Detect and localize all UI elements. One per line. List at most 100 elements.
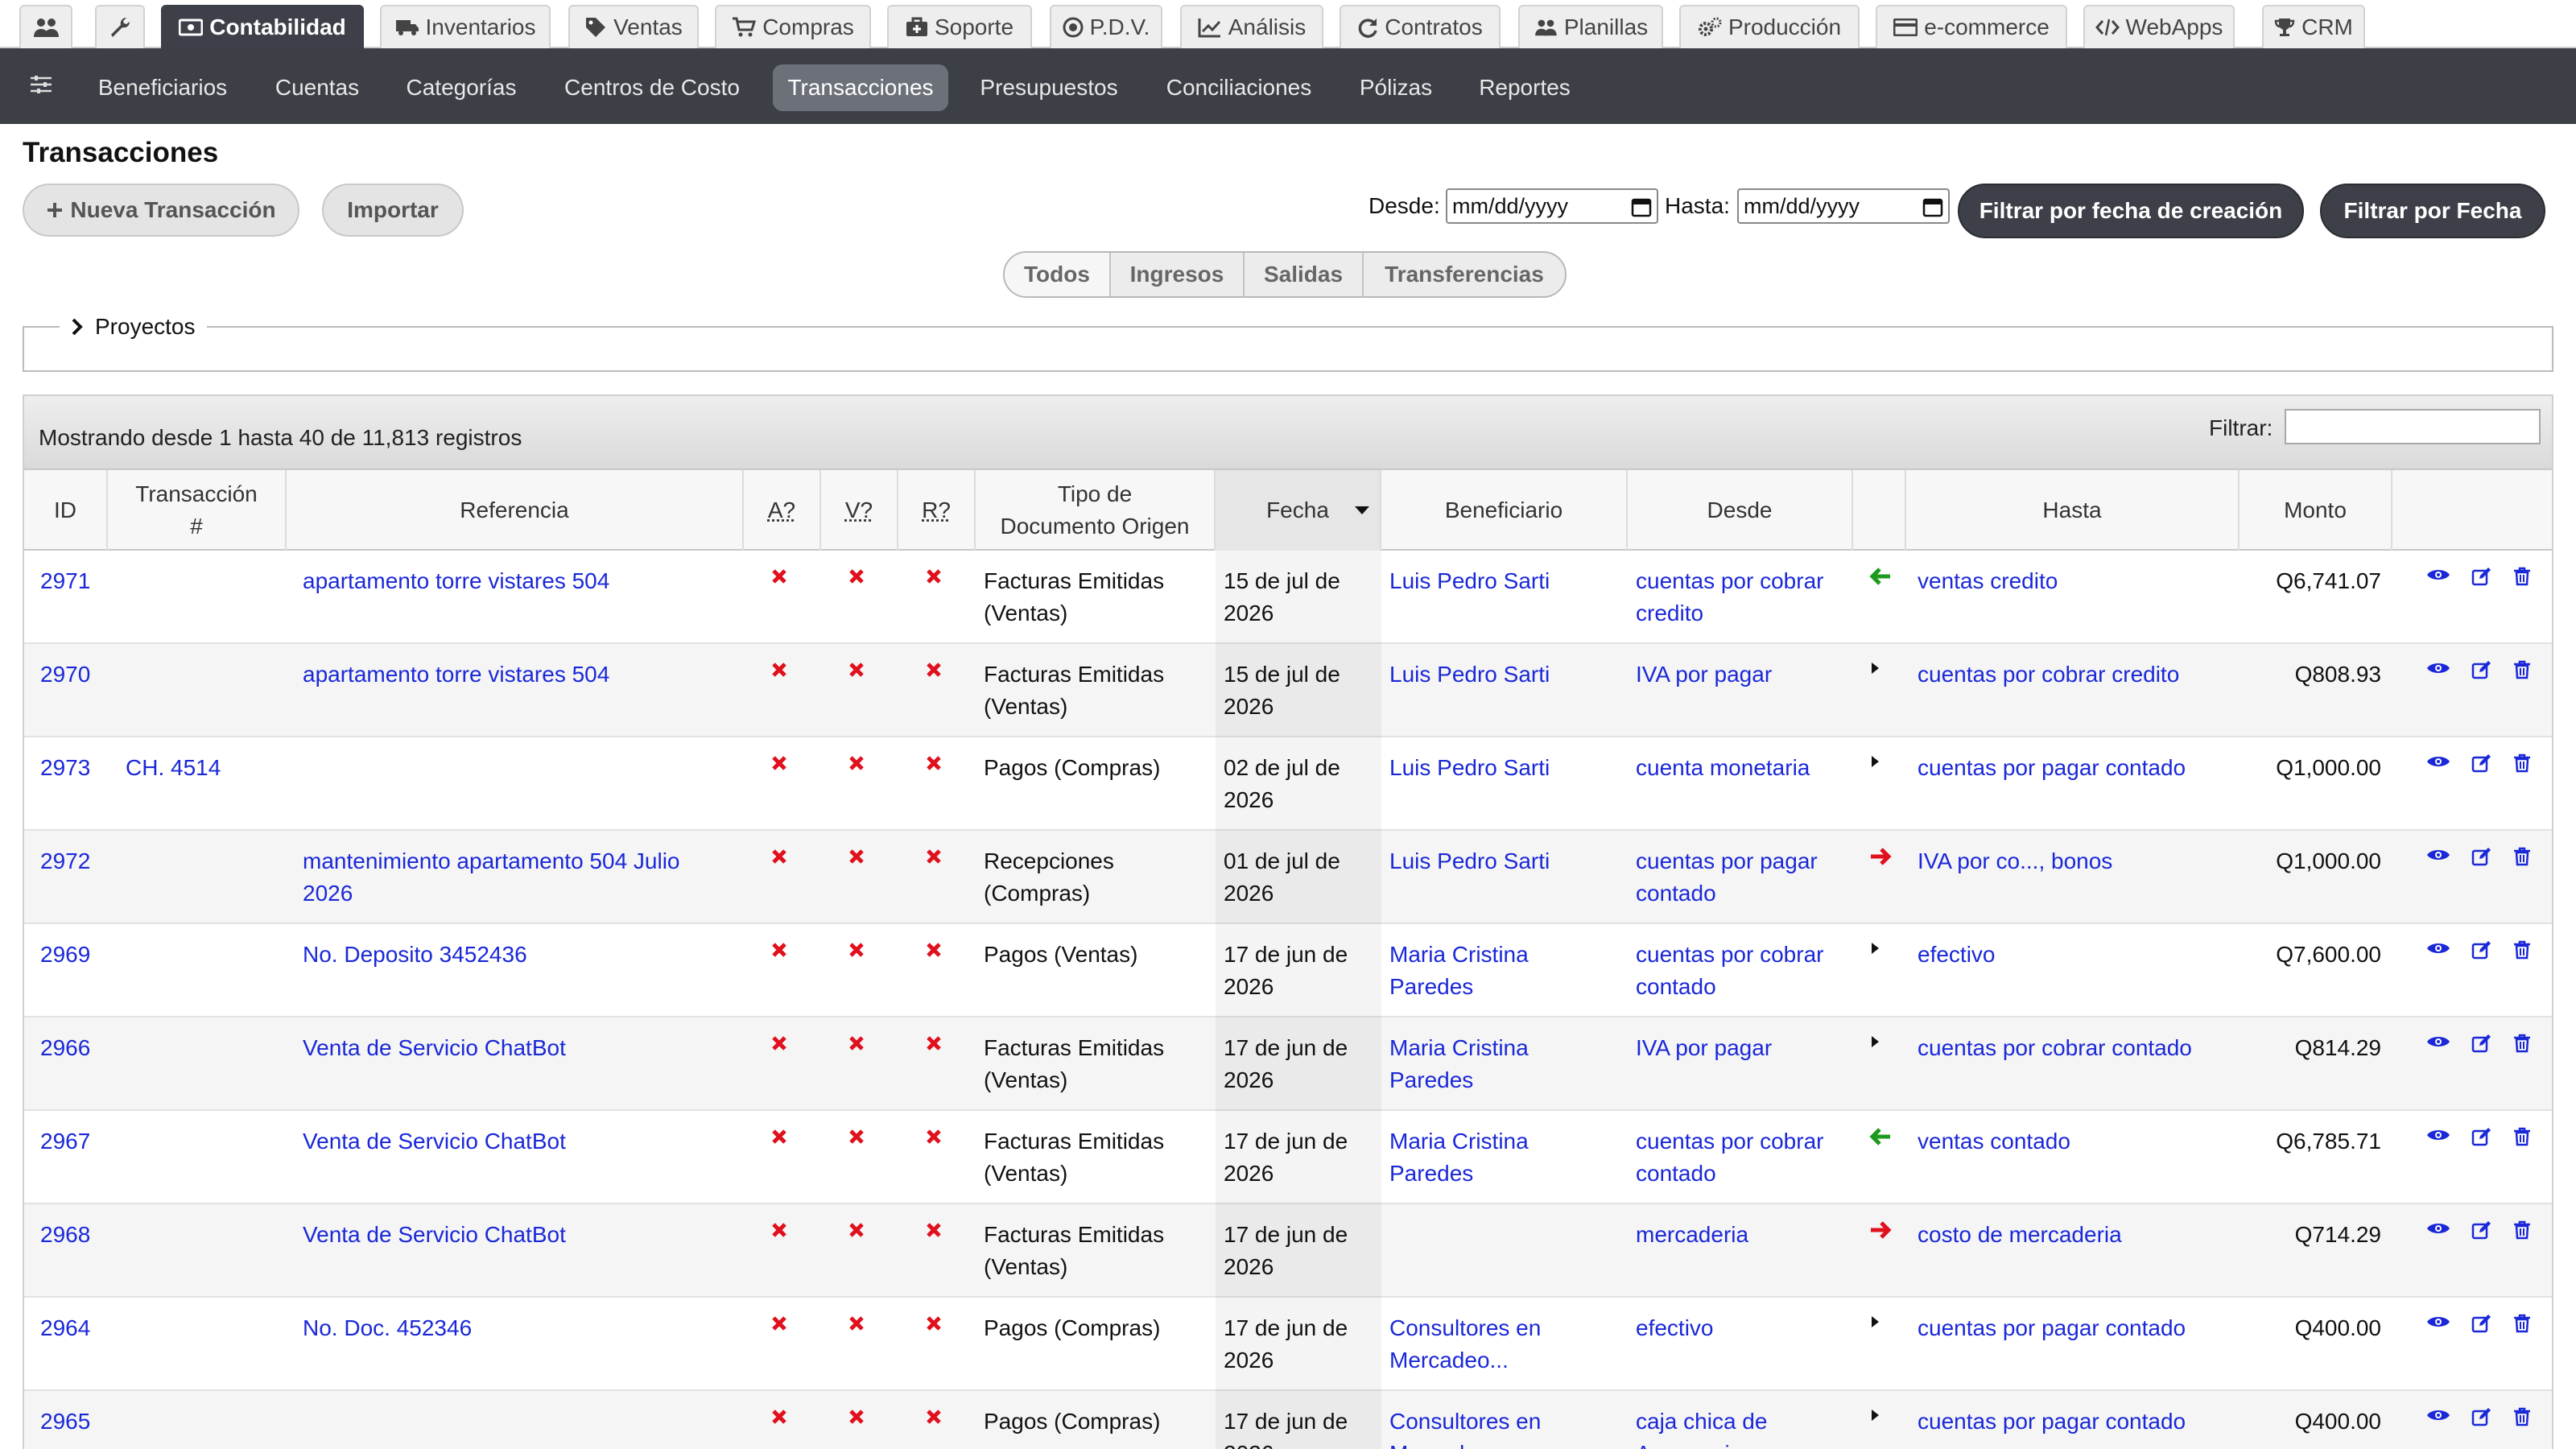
row-from-account-link[interactable]: efectivo (1636, 1312, 1714, 1344)
trash-icon[interactable] (2513, 940, 2531, 964)
eye-icon[interactable] (2426, 1407, 2450, 1427)
col-id[interactable]: ID (24, 470, 108, 551)
row-from-account-link[interactable]: cuentas por cobrar credito (1636, 565, 1823, 630)
eye-icon[interactable] (2426, 567, 2450, 587)
row-id-link[interactable]: 2972 (40, 845, 90, 877)
row-from-account-link[interactable]: IVA por pagar (1636, 658, 1772, 691)
edit-icon[interactable] (2471, 567, 2492, 590)
trash-icon[interactable] (2513, 660, 2531, 683)
segment-todos[interactable]: Todos (1005, 253, 1111, 296)
trash-icon[interactable] (2513, 1127, 2531, 1150)
col-v[interactable]: V? (821, 470, 898, 551)
row-id-link[interactable]: 2965 (40, 1406, 90, 1438)
row-beneficiary-link[interactable]: Luis Pedro Sarti (1389, 658, 1550, 691)
col-beneficiario[interactable]: Beneficiario (1381, 470, 1628, 551)
col-r[interactable]: R? (898, 470, 976, 551)
col-referencia[interactable]: Referencia (287, 470, 744, 551)
col-tipo-documento[interactable]: Tipo de Documento Origen (976, 470, 1216, 551)
new-transaction-button[interactable]: Nueva Transacción (23, 184, 299, 237)
row-reference-link[interactable]: mantenimiento apartamento 504 Julio 2026 (303, 845, 737, 910)
col-fecha[interactable]: Fecha (1216, 470, 1381, 551)
col-a[interactable]: A? (744, 470, 821, 551)
segment-transferencias[interactable]: Transferencias (1364, 253, 1565, 296)
row-id-link[interactable]: 2964 (40, 1312, 90, 1344)
eye-icon[interactable] (2426, 1220, 2450, 1241)
trash-icon[interactable] (2513, 847, 2531, 870)
row-reference-link[interactable] (303, 752, 737, 784)
row-transaction-number[interactable]: CH. 4514 (126, 752, 221, 784)
row-beneficiary-link[interactable]: Consultores en Mercadeo... (1389, 1406, 1541, 1449)
subnav-beneficiarios[interactable]: Beneficiarios (85, 64, 240, 111)
edit-icon[interactable] (2471, 1314, 2492, 1337)
trash-icon[interactable] (2513, 753, 2531, 777)
tab-ecommerce[interactable]: e-commerce (1876, 5, 2067, 48)
edit-icon[interactable] (2471, 1407, 2492, 1430)
row-reference-link[interactable]: apartamento torre vistares 504 (303, 565, 737, 597)
row-beneficiary-link[interactable]: Maria Cristina Paredes (1389, 1032, 1529, 1096)
tab-pdv[interactable]: P.D.V. (1050, 5, 1162, 48)
row-beneficiary-link[interactable]: Maria Cristina Paredes (1389, 939, 1529, 1003)
calendar-icon[interactable] (1922, 196, 1943, 217)
edit-icon[interactable] (2471, 660, 2492, 683)
edit-icon[interactable] (2471, 847, 2492, 870)
row-beneficiary-link[interactable]: Maria Cristina Paredes (1389, 1125, 1529, 1190)
row-from-account-link[interactable]: cuenta monetaria (1636, 752, 1810, 784)
row-reference-link[interactable]: Venta de Servicio ChatBot (303, 1032, 737, 1064)
eye-icon[interactable] (2426, 1314, 2450, 1334)
subnav-presupuestos[interactable]: Presupuestos (966, 64, 1132, 111)
tab-compras[interactable]: Compras (715, 5, 871, 48)
eye-icon[interactable] (2426, 753, 2450, 774)
tab-produccion[interactable]: Producción (1679, 5, 1860, 48)
edit-icon[interactable] (2471, 753, 2492, 777)
col-hasta[interactable]: Hasta (1906, 470, 2240, 551)
tab-crm[interactable]: CRM (2262, 5, 2365, 48)
row-from-account-link[interactable]: cuentas por pagar contado (1636, 845, 1818, 910)
trash-icon[interactable] (2513, 567, 2531, 590)
subnav-cuentas[interactable]: Cuentas (259, 64, 375, 111)
row-from-account-link[interactable]: IVA por pagar (1636, 1032, 1772, 1064)
row-to-account-link[interactable]: cuentas por pagar contado (1918, 752, 2186, 784)
subnav-polizas[interactable]: Pólizas (1346, 64, 1446, 111)
subnav-transacciones[interactable]: Transacciones (773, 64, 948, 111)
row-id-link[interactable]: 2969 (40, 939, 90, 971)
col-transaccion[interactable]: Transacción # (108, 470, 287, 551)
trash-icon[interactable] (2513, 1407, 2531, 1430)
tab-tools[interactable] (95, 5, 145, 48)
tab-soporte[interactable]: Soporte (887, 5, 1032, 48)
row-to-account-link[interactable]: ventas credito (1918, 565, 2058, 597)
row-to-account-link[interactable]: cuentas por cobrar credito (1918, 658, 2179, 691)
trash-icon[interactable] (2513, 1220, 2531, 1244)
tab-planillas[interactable]: Planillas (1518, 5, 1663, 48)
calendar-icon[interactable] (1631, 196, 1652, 217)
col-monto[interactable]: Monto (2240, 470, 2392, 551)
row-from-account-link[interactable]: cuentas por cobrar contado (1636, 1125, 1823, 1190)
tab-ventas[interactable]: Ventas (568, 5, 699, 48)
trash-icon[interactable] (2513, 1314, 2531, 1337)
row-reference-link[interactable]: Venta de Servicio ChatBot (303, 1219, 737, 1251)
tab-inventarios[interactable]: Inventarios (380, 5, 551, 48)
row-reference-link[interactable]: No. Deposito 3452436 (303, 939, 737, 971)
row-id-link[interactable]: 2971 (40, 565, 90, 597)
from-date-input[interactable]: mm/dd/yyyy (1446, 188, 1658, 224)
tab-webapps[interactable]: WebApps (2083, 5, 2235, 48)
segment-ingresos[interactable]: Ingresos (1111, 253, 1245, 296)
subnav-reportes[interactable]: Reportes (1463, 64, 1586, 111)
trash-icon[interactable] (2513, 1034, 2531, 1057)
row-to-account-link[interactable]: cuentas por pagar contado (1918, 1406, 2186, 1438)
eye-icon[interactable] (2426, 1127, 2450, 1147)
row-beneficiary-link[interactable]: Luis Pedro Sarti (1389, 752, 1550, 784)
row-beneficiary-link[interactable]: Luis Pedro Sarti (1389, 565, 1550, 597)
row-to-account-link[interactable]: cuentas por cobrar contado (1918, 1032, 2192, 1064)
tab-users[interactable] (19, 5, 72, 48)
eye-icon[interactable] (2426, 847, 2450, 867)
import-button[interactable]: Importar (322, 184, 464, 237)
table-filter-input[interactable] (2285, 409, 2541, 444)
row-reference-link[interactable] (303, 1406, 737, 1438)
row-id-link[interactable]: 2966 (40, 1032, 90, 1064)
row-to-account-link[interactable]: costo de mercaderia (1918, 1219, 2122, 1251)
subnav-conciliaciones[interactable]: Conciliaciones (1151, 64, 1327, 111)
tab-contabilidad[interactable]: Contabilidad (161, 5, 364, 48)
sliders-icon[interactable] (29, 74, 53, 95)
row-from-account-link[interactable]: cuentas por cobrar contado (1636, 939, 1823, 1003)
row-beneficiary-link[interactable]: Luis Pedro Sarti (1389, 845, 1550, 877)
